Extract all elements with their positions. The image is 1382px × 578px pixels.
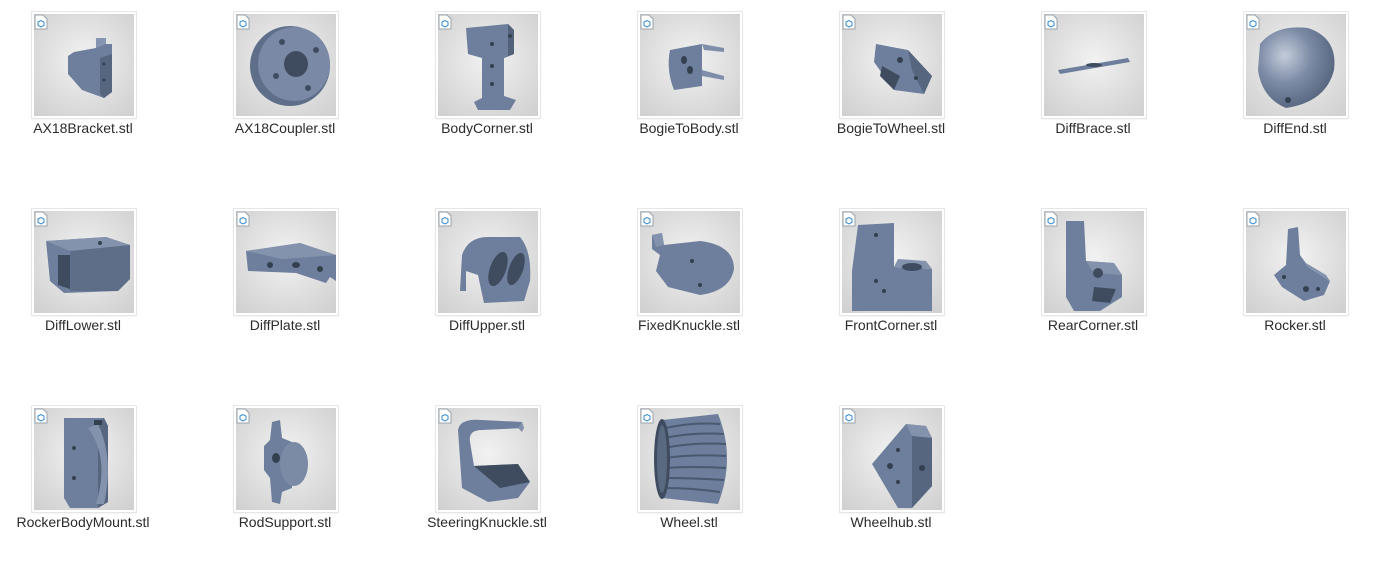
file-name-label: FrontCorner.stl bbox=[844, 317, 938, 333]
diff-upper-model-icon bbox=[460, 237, 531, 303]
file-thumbnail bbox=[1244, 12, 1348, 118]
3d-object-file-icon bbox=[842, 14, 856, 30]
file-tile[interactable]: RearCorner.stl bbox=[1010, 197, 1176, 367]
file-thumbnail bbox=[638, 209, 742, 315]
file-name-label: AX18Bracket.stl bbox=[33, 120, 133, 136]
3d-object-file-icon bbox=[34, 408, 48, 424]
bogie-to-body-model-icon bbox=[668, 44, 724, 90]
bogie-to-wheel-model-icon bbox=[874, 44, 932, 94]
file-name-label: DiffLower.stl bbox=[45, 317, 121, 333]
file-thumbnail bbox=[638, 12, 742, 118]
file-name-label: DiffEnd.stl bbox=[1263, 120, 1327, 136]
file-thumbnail bbox=[840, 12, 944, 118]
3d-object-file-icon bbox=[1044, 211, 1058, 227]
coupler-model-icon bbox=[250, 26, 330, 106]
file-name-label: DiffPlate.stl bbox=[249, 317, 321, 333]
wheel-model-icon bbox=[654, 414, 727, 504]
3d-object-file-icon bbox=[438, 408, 452, 424]
3d-object-file-icon bbox=[438, 14, 452, 30]
file-tile[interactable]: DiffEnd.stl bbox=[1212, 0, 1378, 170]
file-thumbnail bbox=[840, 209, 944, 315]
diff-plate-model-icon bbox=[246, 243, 336, 283]
file-tile[interactable]: FixedKnuckle.stl bbox=[606, 197, 772, 367]
file-tile[interactable]: BogieToWheel.stl bbox=[808, 0, 974, 170]
file-name-label: Wheel.stl bbox=[660, 514, 718, 530]
file-name-label: DiffUpper.stl bbox=[449, 317, 525, 333]
3d-object-file-icon bbox=[1246, 211, 1260, 227]
3d-object-file-icon bbox=[236, 14, 250, 30]
file-thumbnail bbox=[436, 406, 540, 512]
file-name-label: Wheelhub.stl bbox=[850, 514, 932, 530]
diff-lower-model-icon bbox=[46, 237, 130, 293]
3d-object-file-icon bbox=[842, 408, 856, 424]
file-thumbnail bbox=[638, 406, 742, 512]
file-thumbnail bbox=[234, 12, 338, 118]
file-tile[interactable]: AX18Coupler.stl bbox=[202, 0, 368, 170]
file-thumbnail bbox=[1042, 209, 1146, 315]
file-tile[interactable]: BodyCorner.stl bbox=[404, 0, 570, 170]
file-name-label: FixedKnuckle.stl bbox=[638, 317, 740, 333]
file-thumbnail bbox=[234, 209, 338, 315]
steering-knuckle-model-icon bbox=[458, 419, 530, 502]
file-tile[interactable]: RodSupport.stl bbox=[202, 394, 368, 564]
file-tile[interactable]: RockerBodyMount.stl bbox=[0, 394, 166, 564]
wheelhub-model-icon bbox=[872, 424, 932, 508]
file-tile[interactable]: Rocker.stl bbox=[1212, 197, 1378, 367]
file-tile[interactable]: Wheel.stl bbox=[606, 394, 772, 564]
file-name-label: RearCorner.stl bbox=[1047, 317, 1139, 333]
rod-support-model-icon bbox=[264, 420, 308, 504]
3d-object-file-icon bbox=[236, 211, 250, 227]
file-thumbnail bbox=[32, 209, 136, 315]
file-thumbnail bbox=[234, 406, 338, 512]
file-thumbnail bbox=[436, 209, 540, 315]
file-tile[interactable]: FrontCorner.stl bbox=[808, 197, 974, 367]
3d-object-file-icon bbox=[640, 408, 654, 424]
file-tile[interactable]: DiffUpper.stl bbox=[404, 197, 570, 367]
file-name-label: BogieToBody.stl bbox=[639, 120, 739, 136]
3d-object-file-icon bbox=[640, 211, 654, 227]
file-name-label: BogieToWheel.stl bbox=[836, 120, 946, 136]
3d-object-file-icon bbox=[236, 408, 250, 424]
file-thumbnail bbox=[1244, 209, 1348, 315]
front-corner-model-icon bbox=[852, 223, 932, 311]
3d-object-file-icon bbox=[842, 211, 856, 227]
file-icon-grid: AX18Bracket.stl AX18Coupler.stl BodyCorn… bbox=[0, 0, 1382, 578]
file-name-label: RodSupport.stl bbox=[238, 514, 332, 530]
bracket-model-icon bbox=[68, 38, 112, 98]
diff-brace-model-icon bbox=[1058, 58, 1130, 74]
file-tile[interactable]: DiffLower.stl bbox=[0, 197, 166, 367]
file-tile[interactable]: Wheelhub.stl bbox=[808, 394, 974, 564]
file-tile[interactable]: AX18Bracket.stl bbox=[0, 0, 166, 170]
rocker-body-mount-model-icon bbox=[64, 418, 108, 508]
rear-corner-model-icon bbox=[1066, 221, 1122, 311]
file-name-label: RockerBodyMount.stl bbox=[16, 514, 150, 530]
3d-object-file-icon bbox=[34, 211, 48, 227]
file-thumbnail bbox=[1042, 12, 1146, 118]
3d-object-file-icon bbox=[1044, 14, 1058, 30]
file-thumbnail bbox=[32, 406, 136, 512]
file-name-label: SteeringKnuckle.stl bbox=[427, 514, 547, 530]
file-thumbnail bbox=[32, 12, 136, 118]
file-thumbnail bbox=[840, 406, 944, 512]
3d-object-file-icon bbox=[438, 211, 452, 227]
rocker-model-icon bbox=[1274, 227, 1330, 301]
body-corner-model-icon bbox=[466, 24, 516, 110]
fixed-knuckle-model-icon bbox=[652, 233, 734, 295]
file-tile[interactable]: BogieToBody.stl bbox=[606, 0, 772, 170]
file-name-label: Rocker.stl bbox=[1264, 317, 1326, 333]
file-name-label: AX18Coupler.stl bbox=[234, 120, 336, 136]
3d-object-file-icon bbox=[1246, 14, 1260, 30]
file-tile[interactable]: DiffPlate.stl bbox=[202, 197, 368, 367]
file-name-label: DiffBrace.stl bbox=[1055, 120, 1131, 136]
file-thumbnail bbox=[436, 12, 540, 118]
file-tile[interactable]: SteeringKnuckle.stl bbox=[404, 394, 570, 564]
3d-object-file-icon bbox=[640, 14, 654, 30]
file-name-label: BodyCorner.stl bbox=[441, 120, 533, 136]
file-tile[interactable]: DiffBrace.stl bbox=[1010, 0, 1176, 170]
3d-object-file-icon bbox=[34, 14, 48, 30]
diff-end-model-icon bbox=[1258, 27, 1335, 108]
